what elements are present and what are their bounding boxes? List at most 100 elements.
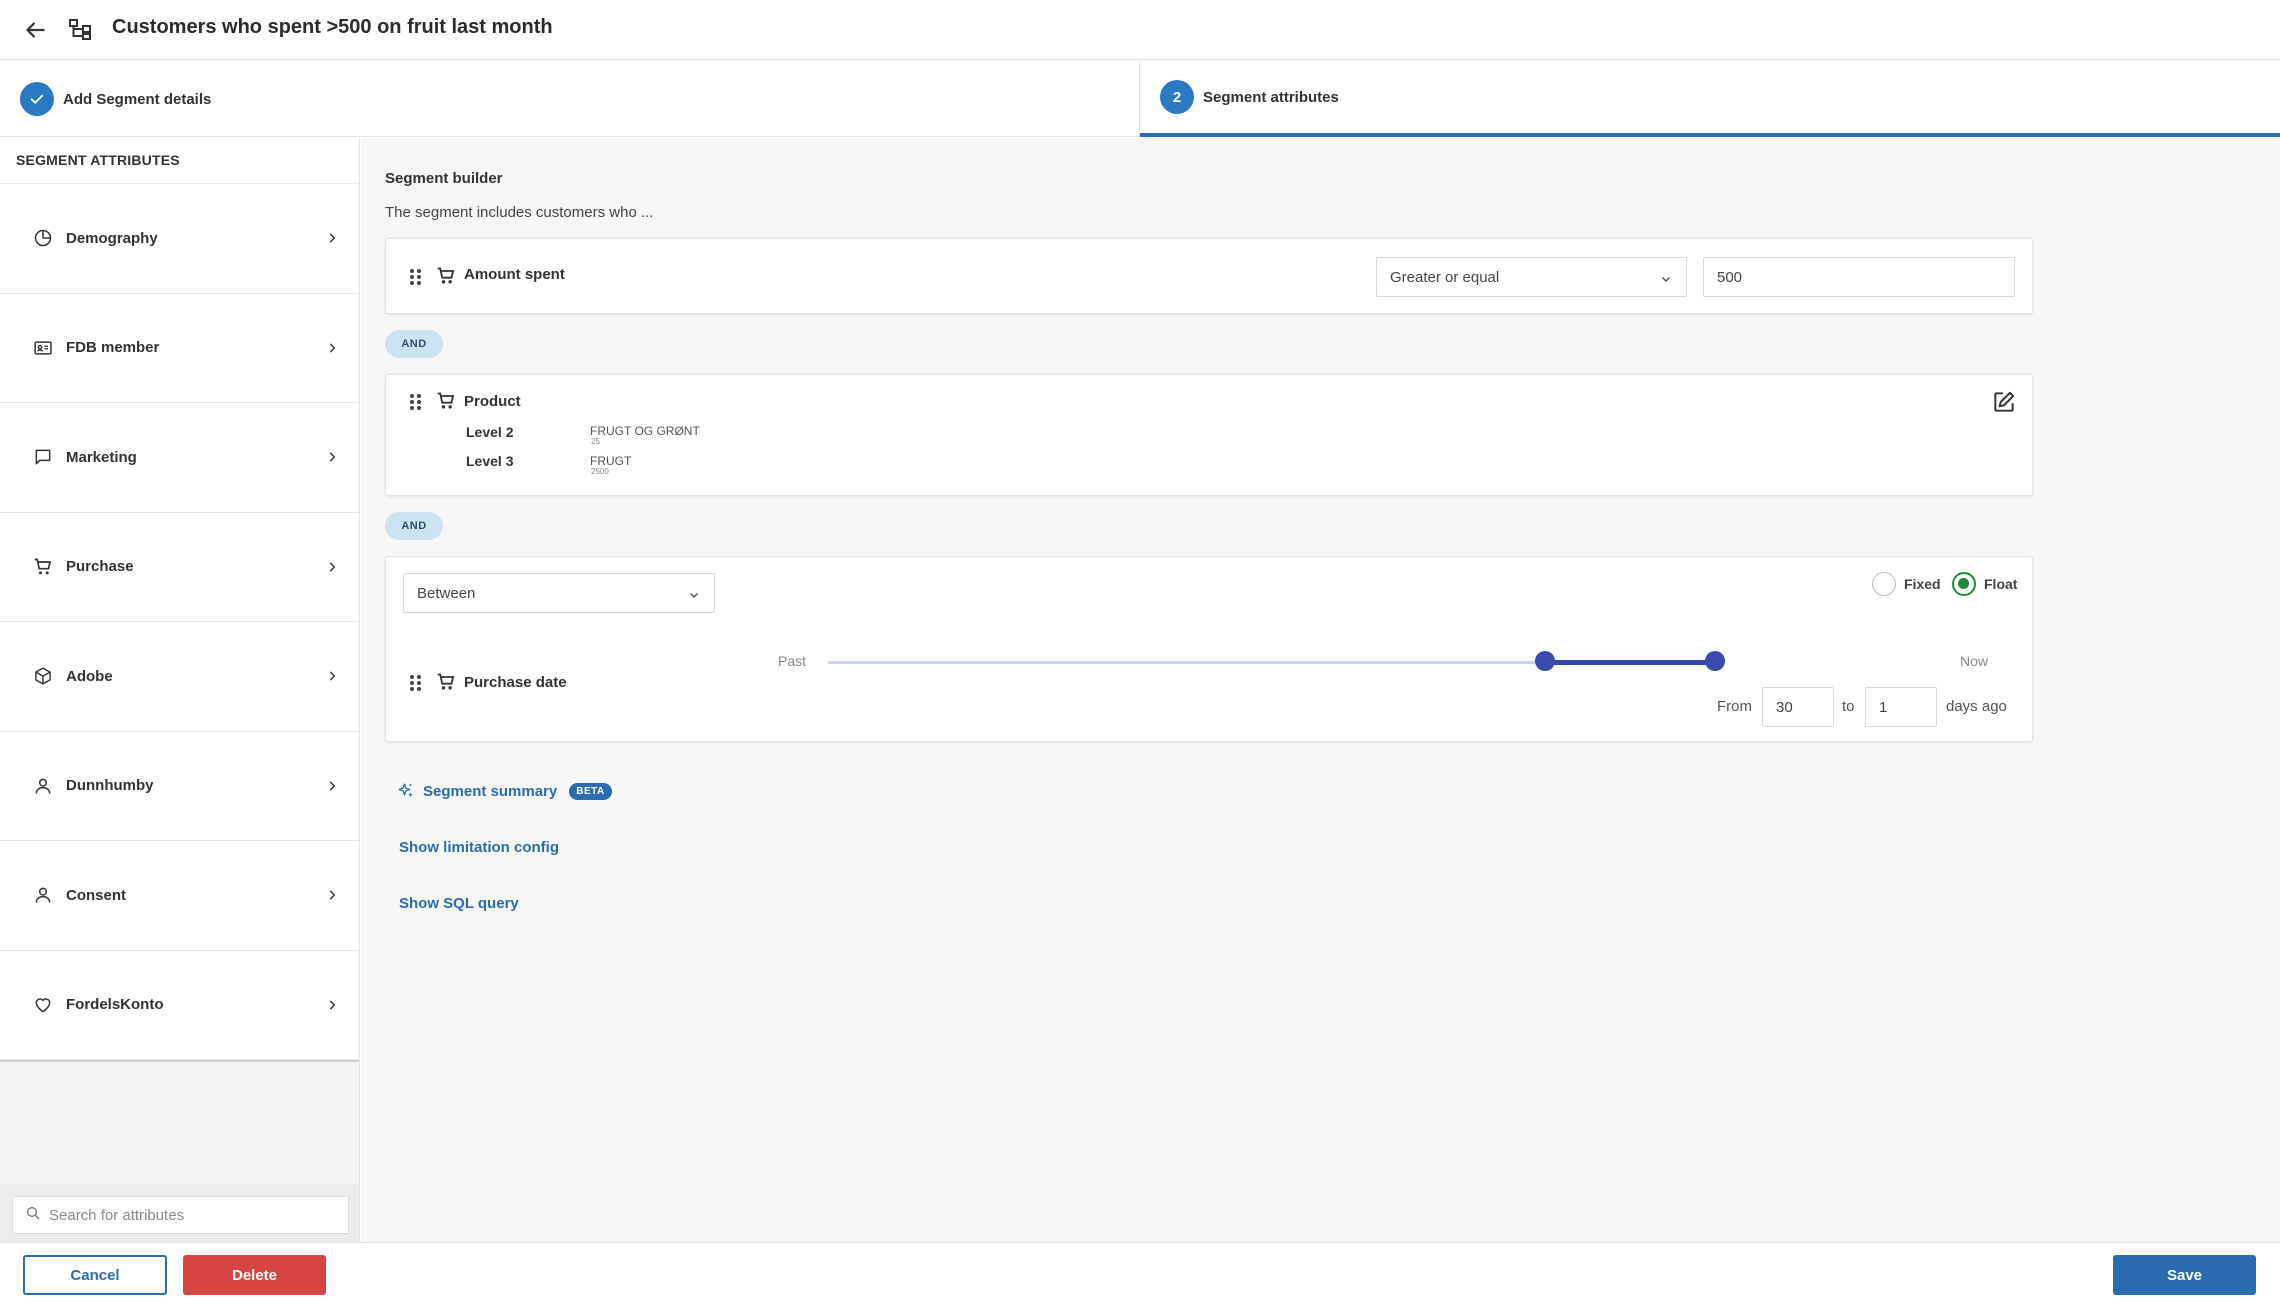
- slider-handle-end[interactable]: [1705, 651, 1726, 671]
- sidebar-item-fordelskonto[interactable]: FordelsKonto: [0, 950, 359, 1060]
- level-value: FRUGT: [590, 454, 632, 468]
- from-days-field[interactable]: 30: [1762, 687, 1834, 727]
- drag-handle-icon[interactable]: [408, 268, 424, 286]
- cube-icon: [32, 665, 54, 687]
- attributes-sidebar: SEGMENT ATTRIBUTES Demography FDB member…: [0, 138, 360, 1242]
- edit-icon[interactable]: [1991, 389, 2017, 415]
- sidebar-item-consent[interactable]: Consent: [0, 841, 359, 951]
- cart-icon: [32, 556, 54, 578]
- builder-subtitle: The segment includes customers who ...: [385, 204, 654, 221]
- show-sql-query-link[interactable]: Show SQL query: [399, 895, 519, 912]
- condition-card-product: Product Level 2 FRUGT OG GRØNT 25 Level …: [385, 374, 2033, 496]
- person-icon: [32, 775, 54, 797]
- condition-label: Purchase date: [464, 674, 567, 691]
- drag-handle-icon[interactable]: [408, 674, 424, 692]
- limitation-link-label: Show limitation config: [399, 839, 559, 856]
- from-days-value: 30: [1776, 698, 1793, 716]
- range-mode-value: Between: [417, 584, 476, 602]
- cart-icon: [436, 391, 456, 411]
- level-value: FRUGT OG GRØNT: [590, 424, 700, 438]
- amount-value-field[interactable]: 500: [1703, 257, 2015, 297]
- slider-left-label: Past: [778, 653, 807, 669]
- amount-value: 500: [1717, 268, 1743, 286]
- sidebar-item-label: FordelsKonto: [66, 996, 164, 1014]
- sidebar-item-marketing[interactable]: Marketing: [0, 403, 359, 513]
- radio-float[interactable]: Float: [1952, 572, 2017, 596]
- radio-label: Fixed: [1904, 576, 1941, 592]
- to-days-value: 1: [1879, 698, 1888, 716]
- attribute-search-area: [0, 1184, 359, 1242]
- sidebar-item-label: Purchase: [66, 558, 134, 576]
- slider-right-label: Now: [1960, 653, 1989, 669]
- sidebar-item-adobe[interactable]: Adobe: [0, 622, 359, 732]
- level-code: 2500: [591, 467, 609, 476]
- date-range-slider-fill: [1544, 660, 1716, 665]
- level-key: Level 2: [466, 424, 514, 440]
- chevron-down-icon: [1660, 272, 1672, 284]
- segment-summary-link[interactable]: Segment summary BETA: [397, 782, 612, 800]
- days-ago-label: days ago: [1946, 698, 2007, 715]
- sidebar-heading: SEGMENT ATTRIBUTES: [0, 138, 359, 184]
- sidebar-item-purchase[interactable]: Purchase: [0, 512, 359, 622]
- sidebar-item-dunnhumby[interactable]: Dunnhumby: [0, 731, 359, 841]
- condition-card-amount: Amount spent Greater or equal 500: [385, 238, 2033, 314]
- condition-label: Amount spent: [464, 266, 565, 283]
- id-card-icon: [32, 337, 54, 359]
- radio-circle-selected: [1952, 572, 1976, 596]
- from-label: From: [1717, 698, 1752, 715]
- step-add-segment-details[interactable]: Add Segment details: [0, 61, 1140, 137]
- save-button[interactable]: Save: [2113, 1255, 2256, 1295]
- chevron-right-icon: [325, 888, 339, 902]
- delete-button[interactable]: Delete: [183, 1255, 326, 1295]
- sidebar-item-fdb-member[interactable]: FDB member: [0, 293, 359, 403]
- slider-handle-start[interactable]: [1534, 651, 1555, 671]
- sidebar-item-label: Consent: [66, 886, 126, 904]
- step-segment-attributes[interactable]: 2 Segment attributes: [1140, 61, 2280, 137]
- and-badge: AND: [385, 512, 443, 540]
- footer-action-bar: Cancel Delete Save: [0, 1242, 2280, 1306]
- chevron-right-icon: [325, 998, 339, 1012]
- chat-bubble-icon: [32, 446, 54, 468]
- step-label: Add Segment details: [63, 90, 212, 108]
- cart-icon: [436, 672, 456, 692]
- chevron-right-icon: [325, 779, 339, 793]
- radio-circle: [1872, 572, 1896, 596]
- heart-icon: [32, 994, 54, 1016]
- sidebar-item-demography[interactable]: Demography: [0, 184, 359, 294]
- sidebar-item-label: Adobe: [66, 667, 113, 685]
- level-key: Level 3: [466, 453, 514, 469]
- operator-value: Greater or equal: [1390, 268, 1500, 286]
- back-arrow-icon[interactable]: [22, 17, 48, 43]
- condition-label: Product: [464, 393, 521, 410]
- range-mode-select[interactable]: Between: [403, 573, 715, 613]
- hierarchy-icon: [68, 17, 92, 41]
- chevron-right-icon: [325, 669, 339, 683]
- chevron-down-icon: [688, 588, 700, 600]
- condition-card-purchase-date: Between Fixed Float Purchase date Past N…: [385, 556, 2033, 742]
- to-label: to: [1842, 698, 1855, 715]
- and-badge: AND: [385, 330, 443, 358]
- wizard-stepper: Add Segment details 2 Segment attributes: [0, 61, 2280, 137]
- sidebar-item-label: Dunnhumby: [66, 777, 154, 795]
- cancel-button[interactable]: Cancel: [23, 1255, 167, 1295]
- sidebar-item-label: Demography: [66, 229, 158, 247]
- sidebar-item-label: Marketing: [66, 448, 137, 466]
- segment-builder-panel: Segment builder The segment includes cus…: [361, 138, 2280, 1242]
- beta-badge: BETA: [569, 782, 612, 800]
- page-title: Customers who spent >500 on fruit last m…: [112, 16, 553, 38]
- attribute-search-input[interactable]: [49, 1206, 329, 1224]
- sql-link-label: Show SQL query: [399, 895, 519, 912]
- top-bar: Customers who spent >500 on fruit last m…: [0, 0, 2280, 60]
- drag-handle-icon[interactable]: [408, 393, 424, 411]
- cart-icon: [436, 266, 456, 286]
- radio-fixed[interactable]: Fixed: [1872, 572, 1941, 596]
- operator-select[interactable]: Greater or equal: [1376, 257, 1687, 297]
- chevron-right-icon: [325, 560, 339, 574]
- builder-title: Segment builder: [385, 170, 503, 187]
- step-number: 2: [1160, 80, 1194, 114]
- show-limitation-config-link[interactable]: Show limitation config: [399, 839, 559, 856]
- attribute-search-box: [12, 1196, 349, 1234]
- sidebar-item-label: FDB member: [66, 339, 160, 357]
- to-days-field[interactable]: 1: [1865, 687, 1937, 727]
- search-icon: [25, 1205, 41, 1226]
